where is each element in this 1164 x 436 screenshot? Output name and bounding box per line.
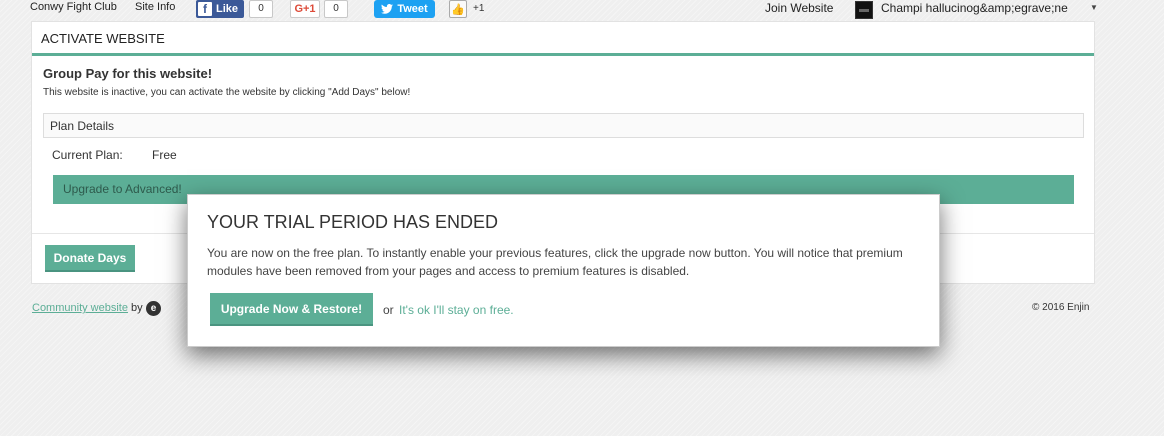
group-pay-description: This website is inactive, you can activa… — [43, 87, 411, 98]
chevron-down-icon[interactable]: ▼ — [1090, 3, 1098, 12]
twitter-bird-icon — [381, 4, 394, 14]
facebook-icon: f — [198, 2, 212, 16]
current-plan-value: Free — [152, 148, 177, 162]
tweet-button[interactable]: Tweet — [374, 0, 435, 18]
join-website-link[interactable]: Join Website — [765, 1, 833, 15]
plus-one-count: +1 — [473, 3, 485, 14]
google-plus-button[interactable]: G+1 — [290, 0, 320, 18]
tweet-label: Tweet — [397, 3, 428, 15]
modal-or-text: or — [383, 303, 394, 317]
current-plan-label: Current Plan: — [52, 148, 123, 162]
enjin-logo-icon[interactable]: e — [146, 301, 161, 316]
facebook-like-count: 0 — [249, 0, 273, 18]
username-link[interactable]: Champi hallucinog&amp;egrave;ne — [881, 1, 1068, 15]
top-bar: Conwy Fight Club Site Info f Like 0 G+1 … — [0, 0, 1164, 20]
panel-title: ACTIVATE WEBSITE — [32, 22, 1094, 56]
site-info-link[interactable]: Site Info — [135, 1, 175, 13]
user-avatar[interactable] — [855, 1, 873, 19]
modal-title: YOUR TRIAL PERIOD HAS ENDED — [207, 212, 499, 232]
community-website-link[interactable]: Community website — [32, 302, 128, 314]
trial-ended-modal: YOUR TRIAL PERIOD HAS ENDED You are now … — [187, 194, 940, 347]
thumbs-up-icon[interactable]: 👍 — [449, 0, 467, 18]
group-pay-title: Group Pay for this website! — [43, 66, 213, 81]
google-plus-count: 0 — [324, 0, 348, 18]
site-name-link[interactable]: Conwy Fight Club — [30, 1, 117, 13]
copyright-text: © 2016 Enjin — [1032, 302, 1090, 313]
upgrade-now-button[interactable]: Upgrade Now & Restore! — [210, 293, 373, 326]
stay-on-free-link[interactable]: It's ok I'll stay on free. — [399, 303, 514, 317]
donate-days-button[interactable]: Donate Days — [45, 245, 135, 272]
plan-details-header: Plan Details — [43, 113, 1084, 138]
modal-body-text: You are now on the free plan. To instant… — [207, 246, 903, 278]
facebook-like-label: Like — [216, 3, 239, 15]
footer-by-text: by — [131, 302, 143, 314]
facebook-like-button[interactable]: f Like — [196, 0, 244, 18]
